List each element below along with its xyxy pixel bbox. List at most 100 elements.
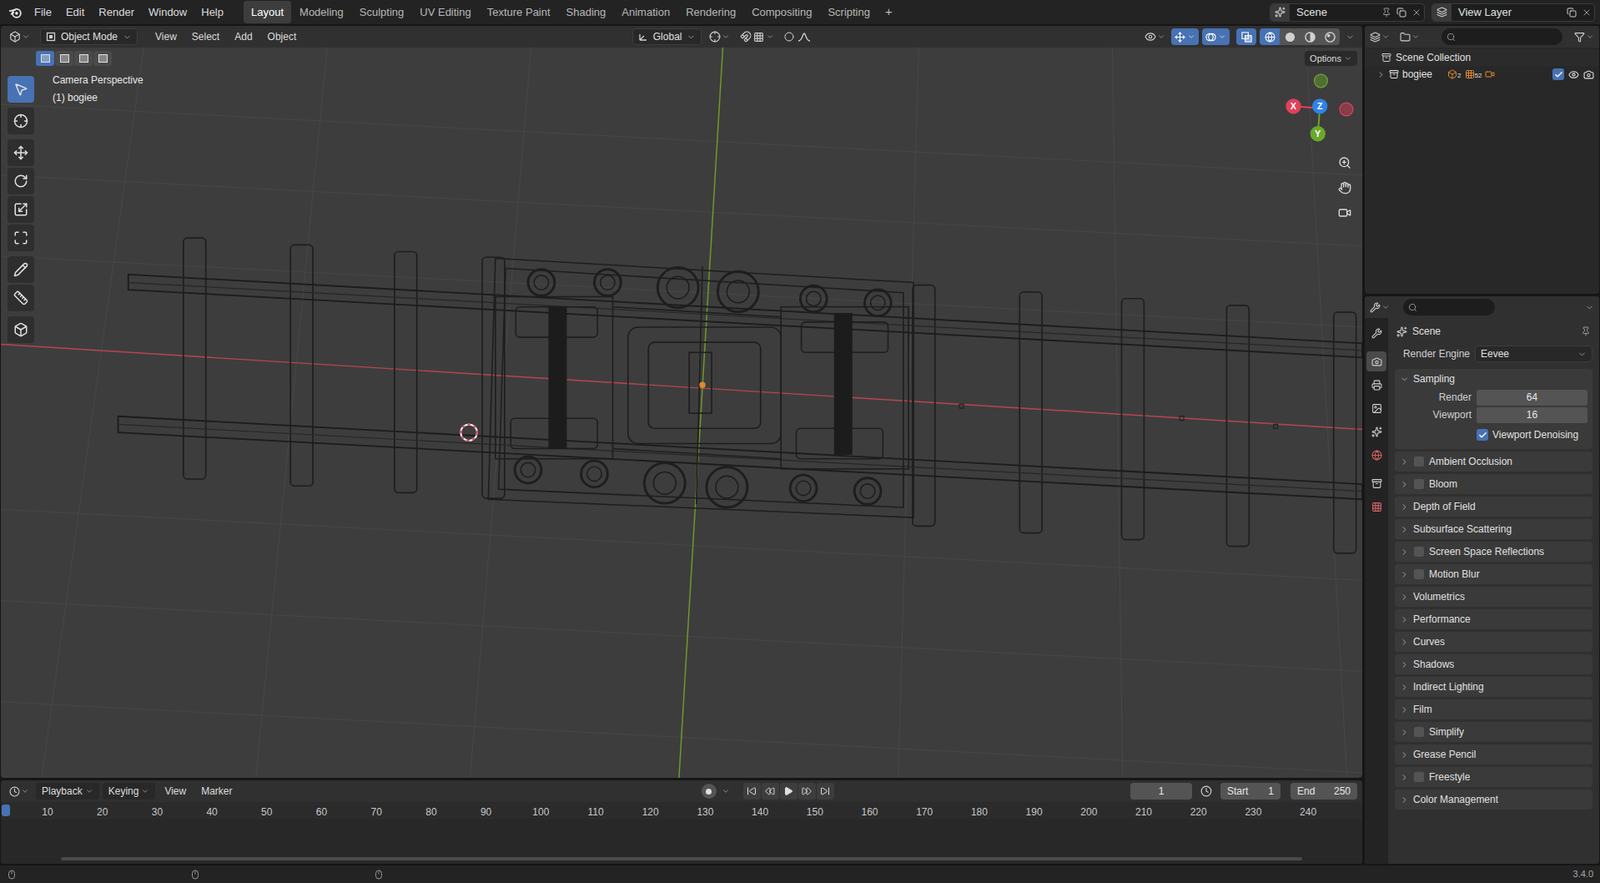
snap-toggle[interactable]	[737, 30, 777, 43]
xray-toggle[interactable]	[1236, 28, 1257, 46]
panel-header[interactable]: Volumetrics	[1394, 586, 1593, 607]
viewport-menu-item[interactable]: Add	[226, 29, 260, 45]
properties-tab[interactable]	[1366, 322, 1387, 343]
scene-name[interactable]: Scene	[1289, 4, 1379, 21]
timeline-track[interactable]	[0, 818, 1363, 864]
close-icon[interactable]	[1411, 7, 1422, 18]
zoom-button[interactable]	[1334, 152, 1355, 173]
duplicate-icon[interactable]	[1396, 7, 1407, 18]
panel-checkbox[interactable]	[1413, 477, 1425, 490]
tool-button[interactable]	[7, 75, 35, 103]
playback-button[interactable]	[798, 782, 816, 800]
select-mode-button[interactable]	[55, 50, 74, 66]
panel-header[interactable]: Color Management	[1394, 789, 1593, 810]
panel-header[interactable]: Grease Pencil	[1394, 744, 1593, 765]
workspace-tab[interactable]: Rendering	[678, 0, 744, 25]
display-mode-button[interactable]	[1399, 31, 1420, 43]
navigation-gizmo[interactable]: XYZ	[1277, 67, 1361, 151]
tool-button[interactable]	[7, 196, 35, 223]
viewport-menu-item[interactable]: View	[147, 29, 185, 45]
exclude-checkbox[interactable]	[1552, 68, 1565, 81]
workspace-tab[interactable]: Layout	[243, 0, 292, 25]
scene-wireframe[interactable]	[0, 47, 1363, 778]
properties-tab[interactable]	[1366, 444, 1387, 465]
menu-item[interactable]: File	[27, 1, 59, 24]
tool-button[interactable]	[7, 167, 35, 195]
panel-header[interactable]: Curves	[1394, 631, 1593, 652]
panel-checkbox[interactable]	[1413, 545, 1425, 558]
properties-tab[interactable]	[1366, 351, 1387, 372]
record-button[interactable]	[701, 783, 717, 799]
panel-header[interactable]: Film	[1394, 699, 1593, 720]
scene-selector[interactable]: Scene	[1269, 3, 1425, 22]
options-chevron-icon[interactable]	[1584, 302, 1595, 312]
select-mode-button[interactable]	[74, 50, 93, 66]
panel-header[interactable]: Bloom	[1394, 473, 1593, 494]
menu-item[interactable]: Window	[141, 1, 194, 24]
properties-tab[interactable]	[1366, 421, 1387, 442]
panel-header[interactable]: Motion Blur	[1394, 563, 1593, 584]
shading-options-icon[interactable]	[1345, 32, 1355, 42]
workspace-tab[interactable]: Modeling	[291, 0, 352, 25]
pin-icon[interactable]	[1580, 326, 1591, 337]
render-engine-dropdown[interactable]: Eevee	[1474, 345, 1593, 363]
properties-tab[interactable]	[1366, 374, 1387, 395]
visibility-icon[interactable]	[1568, 69, 1580, 81]
outliner-row[interactable]: bogiee252	[1364, 65, 1600, 83]
workspace-tab[interactable]: UV Editing	[412, 0, 478, 25]
duplicate-icon[interactable]	[1566, 7, 1577, 18]
add-workspace-button[interactable]: +	[878, 2, 900, 22]
playback-button[interactable]	[816, 782, 835, 800]
editor-type-button[interactable]	[1369, 31, 1390, 43]
menu-item[interactable]: Edit	[59, 1, 91, 24]
panel-header[interactable]: Performance	[1394, 608, 1593, 629]
timeline-scrollbar[interactable]	[60, 856, 1303, 861]
viewport-canvas[interactable]: Camera Perspective(1) bogieeOptionsXYZ	[0, 47, 1363, 778]
viewport-menu-item[interactable]: Select	[184, 29, 227, 45]
blender-logo-icon[interactable]	[8, 5, 24, 21]
camera-view-button[interactable]	[1334, 202, 1355, 223]
workspace-tab[interactable]: Animation	[613, 0, 678, 25]
editor-type-button[interactable]	[5, 30, 34, 43]
filter-button[interactable]	[1574, 31, 1595, 43]
frame-ruler[interactable]: 1020304050607080901001101201301401501601…	[0, 801, 1363, 819]
properties-tab[interactable]	[1366, 397, 1387, 418]
proportional-edit-toggle[interactable]	[781, 31, 814, 42]
orientation-dropdown[interactable]: Global	[632, 28, 703, 46]
view-layer-selector[interactable]: View Layer	[1431, 3, 1595, 22]
menu-item[interactable]: Render	[91, 1, 141, 24]
options-button[interactable]: Options	[1304, 50, 1358, 66]
panel-header[interactable]: Shadows	[1394, 654, 1593, 675]
shading-mode-button[interactable]	[1259, 28, 1280, 46]
workspace-tab[interactable]: Scripting	[820, 0, 878, 25]
number-field[interactable]: 16	[1476, 407, 1588, 423]
start-frame-field[interactable]: Start1	[1220, 782, 1281, 800]
select-mode-button[interactable]	[93, 50, 112, 66]
menu-item[interactable]: Help	[194, 1, 231, 24]
current-frame-field[interactable]: 1	[1130, 782, 1193, 800]
overlays-toggle[interactable]	[1202, 28, 1230, 46]
denoising-checkbox[interactable]	[1476, 428, 1489, 441]
outliner-row[interactable]: Scene Collection	[1364, 49, 1600, 66]
shading-mode-button[interactable]	[1279, 28, 1300, 46]
pivot-dropdown[interactable]	[706, 30, 733, 43]
workspace-tab[interactable]: Compositing	[744, 0, 820, 25]
properties-tab[interactable]	[1366, 496, 1387, 517]
workspace-tab[interactable]: Texture Paint	[479, 0, 559, 25]
outliner-search[interactable]	[1441, 28, 1563, 46]
tool-button[interactable]	[7, 224, 35, 252]
preview-range-icon[interactable]	[1200, 784, 1213, 797]
timeline-menu-item[interactable]: Marker	[195, 782, 238, 800]
panel-header[interactable]: Ambient Occlusion	[1394, 451, 1593, 472]
playback-button[interactable]	[743, 782, 761, 800]
tool-button[interactable]	[7, 284, 35, 312]
pan-button[interactable]	[1334, 177, 1355, 198]
tool-button[interactable]	[7, 139, 35, 167]
editor-type-button[interactable]	[5, 785, 33, 797]
expand-icon[interactable]	[1376, 70, 1386, 80]
denoising-row[interactable]: Viewport Denoising	[1394, 425, 1588, 444]
editor-type-button[interactable]	[1369, 301, 1390, 313]
view-layer-name[interactable]: View Layer	[1451, 4, 1565, 21]
shading-mode-button[interactable]	[1319, 28, 1340, 46]
panel-header[interactable]: Depth of Field	[1394, 496, 1593, 517]
